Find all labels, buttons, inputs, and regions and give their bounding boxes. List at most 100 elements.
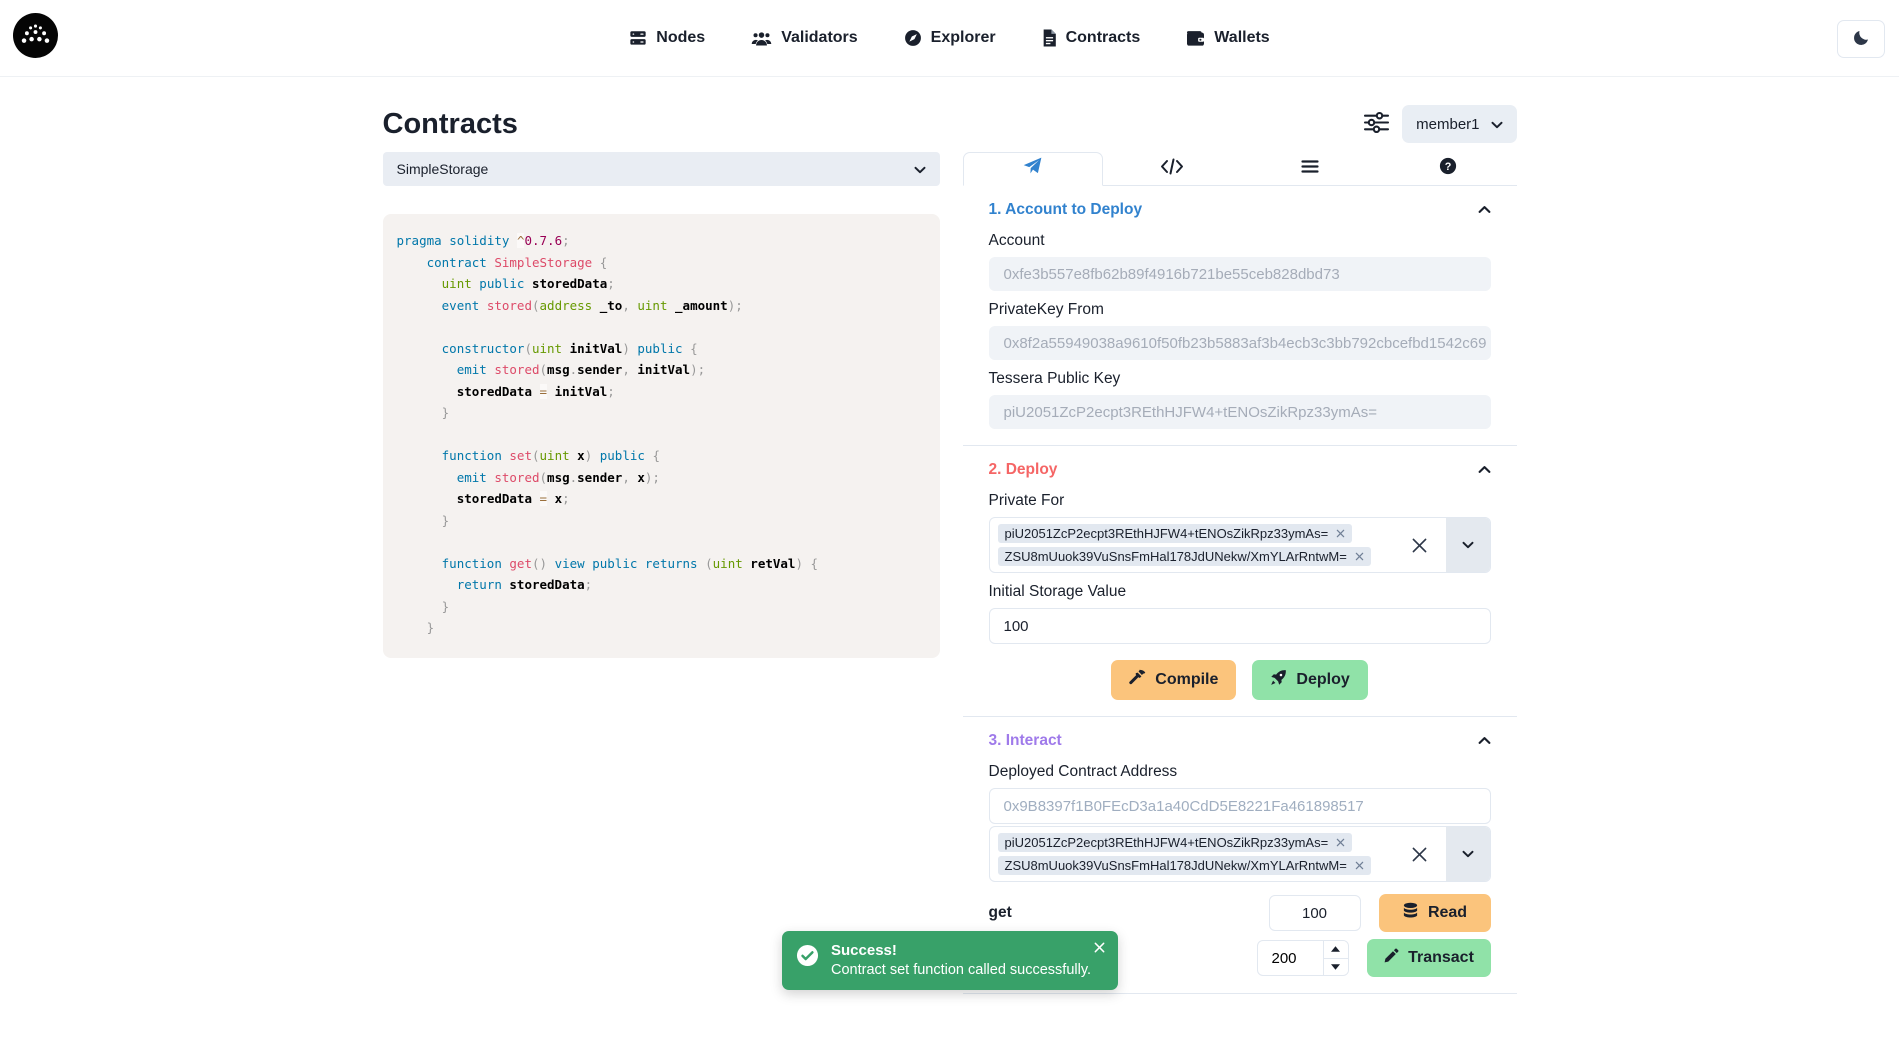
- accordion-header-interact[interactable]: 3. Interact: [989, 729, 1491, 753]
- deploy-button[interactable]: Deploy: [1252, 660, 1367, 700]
- stepper-down-icon[interactable]: [1324, 959, 1348, 976]
- section-account-to-deploy: 1. Account to Deploy Account 0xfe3b557e8f…: [963, 186, 1517, 446]
- code-line: storedData = x;: [397, 488, 926, 510]
- page-header: Contracts member1: [383, 102, 1517, 146]
- deployed-address-label: Deployed Contract Address: [989, 763, 1491, 781]
- paper-plane-icon: [1023, 157, 1042, 181]
- toast-title: Success!: [831, 940, 1091, 961]
- nav-item-label: Explorer: [931, 29, 996, 47]
- chevron-down-icon: [1491, 116, 1503, 133]
- remove-tag-icon[interactable]: [1355, 861, 1364, 870]
- remove-tag-icon[interactable]: [1355, 552, 1364, 561]
- dark-mode-toggle[interactable]: [1837, 20, 1885, 58]
- app-logo[interactable]: [13, 13, 58, 63]
- editor-column: SimpleStorage pragma solidity ^0.7.6; co…: [383, 152, 940, 658]
- rocket-icon: [1270, 669, 1287, 691]
- stepper-up-icon[interactable]: [1324, 941, 1348, 959]
- chevron-down-icon[interactable]: [1446, 827, 1490, 881]
- nav-item-explorer[interactable]: Explorer: [904, 29, 996, 47]
- code-line: emit stored(msg.sender, initVal);: [397, 359, 926, 381]
- chevron-up-icon: [1478, 461, 1491, 479]
- privatekey-from-input: 0x8f2a55949038a9610f50fb23b5883af3b4ecb3…: [989, 326, 1491, 360]
- database-icon: [1402, 902, 1419, 924]
- code-line: }: [397, 402, 926, 424]
- tab-list[interactable]: [1241, 152, 1379, 185]
- read-button[interactable]: Read: [1379, 894, 1491, 932]
- nav-item-label: Nodes: [656, 29, 705, 47]
- chevron-down-icon: [1462, 536, 1474, 554]
- contract-file-icon: [1042, 29, 1057, 47]
- quorum-dots-logo: [13, 45, 58, 62]
- toast-close-icon[interactable]: [1091, 939, 1108, 956]
- compile-button[interactable]: Compile: [1111, 660, 1236, 700]
- tab-paper-plane[interactable]: [963, 152, 1103, 186]
- clear-all-icon[interactable]: [1411, 537, 1428, 554]
- contract-select-value: SimpleStorage: [397, 161, 489, 177]
- code-icon: [1160, 158, 1184, 180]
- sliders-icon: [1363, 111, 1390, 137]
- users-icon: [751, 30, 772, 47]
- code-line: return storedData;: [397, 574, 926, 596]
- remove-tag-icon[interactable]: [1336, 529, 1345, 538]
- chevron-down-icon: [914, 161, 926, 177]
- toast-message: Contract set function called successfull…: [831, 961, 1091, 980]
- code-line: function get() view public returns (uint…: [397, 553, 926, 575]
- tag-label: piU2051ZcP2ecpt3REthHJFW4+tENOsZikRpz33y…: [1005, 526, 1329, 541]
- private-for-label: Private For: [989, 492, 1491, 510]
- section-deploy: 2. Deploy Private For piU2051ZcP2ecpt3RE…: [963, 446, 1517, 717]
- selected-tags: piU2051ZcP2ecpt3REthHJFW4+tENOsZikRpz33y…: [990, 827, 1403, 881]
- tessera-public-key-input: piU2051ZcP2ecpt3REthHJFW4+tENOsZikRpz33y…: [989, 395, 1491, 429]
- code-line: storedData = initVal;: [397, 381, 926, 403]
- field-label: Account: [989, 232, 1491, 250]
- deployed-address-input[interactable]: [989, 788, 1491, 824]
- private-for-select[interactable]: piU2051ZcP2ecpt3REthHJFW4+tENOsZikRpz33y…: [989, 826, 1491, 882]
- code-line: uint public storedData;: [397, 273, 926, 295]
- nav-item-label: Validators: [781, 29, 857, 47]
- svg-text:?: ?: [1444, 161, 1451, 173]
- tag-label: ZSU8mUuok39VuSnsFmHal178JdUNekw/XmYLArRn…: [1005, 549, 1347, 564]
- solidity-code-editor[interactable]: pragma solidity ^0.7.6; contract SimpleS…: [383, 214, 940, 658]
- chevron-down-icon: [1462, 845, 1474, 863]
- nav-item-nodes[interactable]: Nodes: [629, 29, 705, 47]
- chevron-down-icon[interactable]: [1446, 518, 1490, 572]
- get-value-input[interactable]: [1269, 895, 1361, 931]
- code-line: function set(uint x) public {: [397, 445, 926, 467]
- nav-item-validators[interactable]: Validators: [751, 29, 857, 47]
- nav-item-wallets[interactable]: Wallets: [1186, 29, 1269, 47]
- section-title: 3. Interact: [989, 732, 1062, 750]
- chevron-up-icon: [1478, 732, 1491, 750]
- accordion-header-account[interactable]: 1. Account to Deploy: [989, 198, 1491, 222]
- code-line: constructor(uint initVal) public {: [397, 338, 926, 360]
- contract-select[interactable]: SimpleStorage: [383, 152, 940, 186]
- private-for-tag: piU2051ZcP2ecpt3REthHJFW4+tENOsZikRpz33y…: [998, 524, 1353, 543]
- page-title: Contracts: [383, 108, 518, 141]
- code-line: [397, 531, 926, 553]
- navbar: Nodes Validators Explorer Contracts Wallets: [0, 0, 1899, 77]
- transact-button[interactable]: Transact: [1367, 939, 1491, 977]
- nav-item-label: Wallets: [1214, 29, 1269, 47]
- private-for-select[interactable]: piU2051ZcP2ecpt3REthHJFW4+tENOsZikRpz33y…: [989, 517, 1491, 573]
- account-fields: Account 0xfe3b557e8fb62b89f4916b721be55ce…: [989, 232, 1491, 429]
- accordion-header-deploy[interactable]: 2. Deploy: [989, 458, 1491, 482]
- account-input: 0xfe3b557e8fb62b89f4916b721be55ceb828dbd…: [989, 257, 1491, 291]
- settings-button[interactable]: [1361, 109, 1392, 139]
- wallet-icon: [1186, 30, 1205, 47]
- get-function-row: get Read: [989, 894, 1491, 932]
- tag-label: ZSU8mUuok39VuSnsFmHal178JdUNekw/XmYLArRn…: [1005, 858, 1347, 873]
- private-for-tag: piU2051ZcP2ecpt3REthHJFW4+tENOsZikRpz33y…: [998, 833, 1353, 852]
- initial-storage-input[interactable]: [989, 608, 1491, 644]
- deploy-panel: ? 1. Account to Deploy Account 0xfe3b557e…: [963, 152, 1517, 994]
- chevron-up-icon: [1478, 201, 1491, 219]
- code-line: }: [397, 596, 926, 618]
- tab-code[interactable]: [1103, 152, 1241, 185]
- private-for-tag: ZSU8mUuok39VuSnsFmHal178JdUNekw/XmYLArRn…: [998, 856, 1371, 875]
- code-line: contract SimpleStorage {: [397, 252, 926, 274]
- transact-button-label: Transact: [1408, 949, 1474, 967]
- node-select-value: member1: [1416, 116, 1479, 133]
- node-select[interactable]: member1: [1402, 105, 1516, 143]
- remove-tag-icon[interactable]: [1336, 838, 1345, 847]
- clear-all-icon[interactable]: [1411, 846, 1428, 863]
- tab-question[interactable]: ?: [1379, 152, 1517, 185]
- nav-item-contracts[interactable]: Contracts: [1042, 29, 1141, 47]
- get-function-label: get: [989, 904, 1012, 922]
